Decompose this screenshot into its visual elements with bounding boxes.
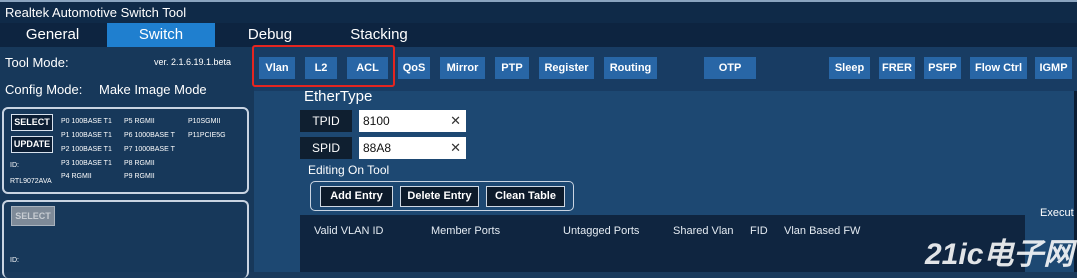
port-p9: P9 RGMII	[124, 173, 155, 180]
subtab-register[interactable]: Register	[539, 57, 594, 79]
select-button[interactable]: SELECT	[11, 114, 53, 131]
port-p4: P4 RGMII	[61, 173, 92, 180]
col-untagged-ports: Untagged Ports	[563, 225, 640, 237]
device-id: RTL9072AVA	[10, 178, 52, 185]
col-vlan-based-fw: Vlan Based FW	[784, 225, 861, 237]
title-bar: Realtek Automotive Switch Tool	[0, 0, 1077, 23]
clear-icon[interactable]: ✕	[450, 110, 461, 132]
device-card-2: SELECT ID:	[2, 200, 249, 278]
port-p6: P6 1000BASE T	[124, 132, 175, 139]
tpid-label: TPID	[300, 110, 352, 132]
subtab-qos[interactable]: QoS	[398, 57, 430, 79]
version-label: ver. 2.1.6.19.1.beta	[154, 57, 232, 67]
port-p8: P8 RGMII	[124, 160, 155, 167]
tab-general[interactable]: General	[0, 23, 105, 47]
left-panel: Tool Mode: ver. 2.1.6.19.1.beta Config M…	[0, 47, 254, 278]
device-id-label-2: ID:	[10, 257, 19, 264]
config-mode-value: Make Image Mode	[99, 82, 207, 97]
watermark-text: 21ic电子网	[925, 238, 1074, 271]
main-nav: General Switch Debug Stacking	[0, 23, 1077, 47]
device-id-label: ID:	[10, 162, 19, 169]
col-member-ports: Member Ports	[431, 225, 501, 237]
tab-debug[interactable]: Debug	[240, 23, 300, 47]
subtab-routing[interactable]: Routing	[604, 57, 657, 79]
port-p1: P1 100BASE T1	[61, 132, 112, 139]
editing-group: Add Entry Delete Entry Clean Table	[310, 181, 574, 211]
clean-table-button[interactable]: Clean Table	[486, 186, 565, 207]
select-button-disabled[interactable]: SELECT	[11, 206, 55, 226]
add-entry-button[interactable]: Add Entry	[320, 186, 393, 207]
col-valid-vlan-id: Valid VLAN ID	[314, 225, 384, 237]
highlight-box	[252, 45, 395, 87]
port-p2: P2 100BASE T1	[61, 146, 112, 153]
port-p10: P10SGMII	[188, 118, 221, 125]
editing-label: Editing On Tool	[308, 163, 390, 177]
port-p7: P7 1000BASE T	[124, 146, 175, 153]
tool-mode-label: Tool Mode:	[5, 55, 69, 70]
config-mode-label: Config Mode:	[5, 82, 83, 97]
subtab-frer[interactable]: FRER	[879, 57, 915, 79]
delete-entry-button[interactable]: Delete Entry	[400, 186, 479, 207]
subtab-mirror[interactable]: Mirror	[440, 57, 485, 79]
port-p3: P3 100BASE T1	[61, 160, 112, 167]
subtab-ptp[interactable]: PTP	[495, 57, 529, 79]
subtab-psfp[interactable]: PSFP	[924, 57, 961, 79]
clear-icon[interactable]: ✕	[450, 137, 461, 159]
port-p5: P5 RGMII	[124, 118, 155, 125]
update-button[interactable]: UPDATE	[11, 136, 53, 153]
port-p0: P0 100BASE T1	[61, 118, 112, 125]
tpid-value: 8100	[363, 114, 390, 128]
port-p11: P11PCIE5G	[188, 132, 226, 139]
col-fid: FID	[750, 225, 768, 237]
subtab-sleep[interactable]: Sleep	[829, 57, 870, 79]
col-shared-vlan: Shared Vlan	[673, 225, 734, 237]
window-title: Realtek Automotive Switch Tool	[5, 5, 187, 20]
spid-input[interactable]: 88A8 ✕	[359, 137, 466, 159]
device-card-1: SELECT UPDATE ID: RTL9072AVA P0 100BASE …	[2, 107, 249, 194]
subtab-otp[interactable]: OTP	[704, 57, 756, 79]
subtab-igmp[interactable]: IGMP	[1035, 57, 1072, 79]
spid-value: 88A8	[363, 141, 392, 155]
vlan-table	[300, 215, 1025, 272]
spid-label: SPID	[300, 137, 352, 159]
tab-switch[interactable]: Switch	[107, 23, 215, 47]
subtab-flow-ctrl[interactable]: Flow Ctrl	[970, 57, 1027, 79]
tpid-input[interactable]: 8100 ✕	[359, 110, 466, 132]
tab-stacking[interactable]: Stacking	[340, 23, 418, 47]
ethertype-title: EtherType	[304, 88, 373, 105]
execute-label: Executi	[1040, 207, 1077, 219]
